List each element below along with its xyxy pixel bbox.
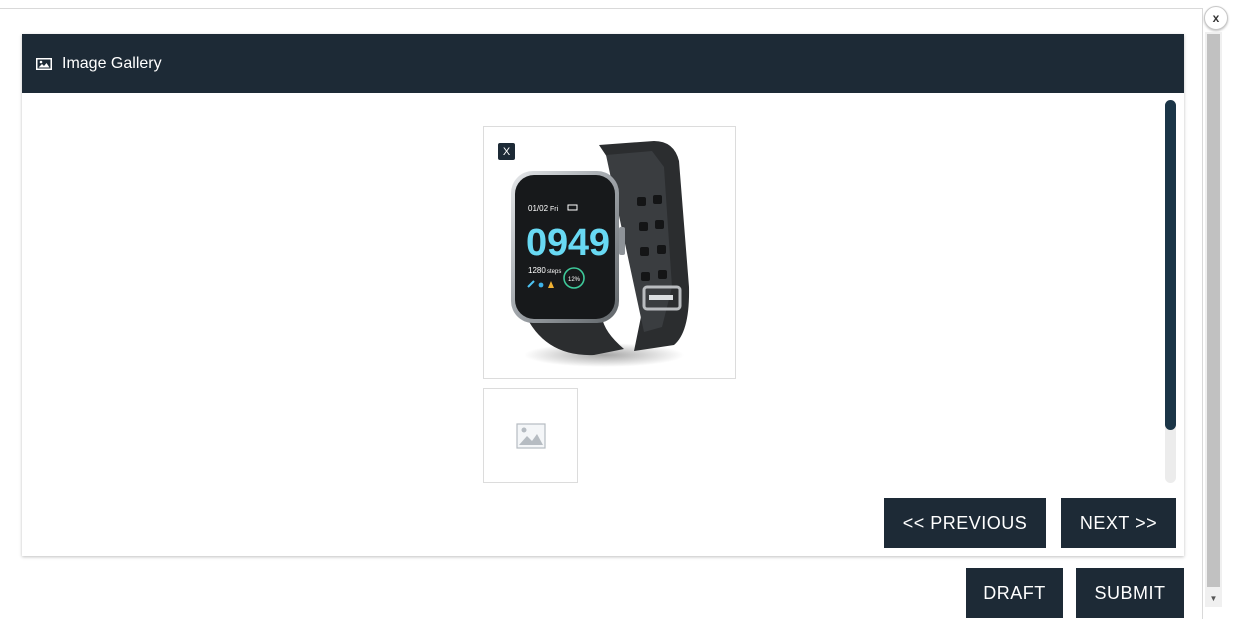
- scroll-down-arrow-icon[interactable]: ▼: [1205, 591, 1222, 605]
- screen-ring-value: 12%: [568, 277, 581, 283]
- panel-body: X 01/02 Fri 0949 1280 steps 12% << PREVI…: [22, 93, 1184, 556]
- screen-date: 01/02: [528, 204, 549, 213]
- panel-header: Image Gallery: [22, 34, 1184, 93]
- main-image[interactable]: X 01/02 Fri 0949 1280 steps 12%: [483, 126, 736, 379]
- page-scrollbar-thumb[interactable]: [1207, 34, 1220, 587]
- thumbnail-image[interactable]: [483, 388, 578, 483]
- smartwatch-image: 01/02 Fri 0949 1280 steps 12%: [511, 141, 690, 367]
- gallery-scrollbar-thumb[interactable]: [1165, 100, 1176, 430]
- gallery-scrollbar[interactable]: [1165, 100, 1176, 483]
- image-icon: [36, 57, 52, 70]
- screen-steps-unit: steps: [547, 269, 561, 275]
- remove-image-label: X: [502, 145, 511, 158]
- close-button[interactable]: x: [1204, 6, 1228, 30]
- panel-title: Image Gallery: [62, 54, 162, 72]
- draft-button[interactable]: DRAFT: [966, 568, 1063, 618]
- image-placeholder-icon: [515, 422, 546, 449]
- page-scrollbar[interactable]: ▼: [1205, 32, 1222, 607]
- screen-steps: 1280: [528, 266, 546, 275]
- image-gallery-panel: Image Gallery X 01/02 Fri 0949 1280 step…: [22, 34, 1184, 556]
- screen-day: Fri: [550, 206, 559, 213]
- screen-time: 0949: [526, 222, 610, 264]
- previous-button[interactable]: << PREVIOUS: [884, 498, 1046, 548]
- remove-image-button[interactable]: X: [498, 143, 515, 160]
- next-button[interactable]: NEXT >>: [1061, 498, 1176, 548]
- submit-button[interactable]: SUBMIT: [1076, 568, 1184, 618]
- close-icon: x: [1212, 11, 1220, 25]
